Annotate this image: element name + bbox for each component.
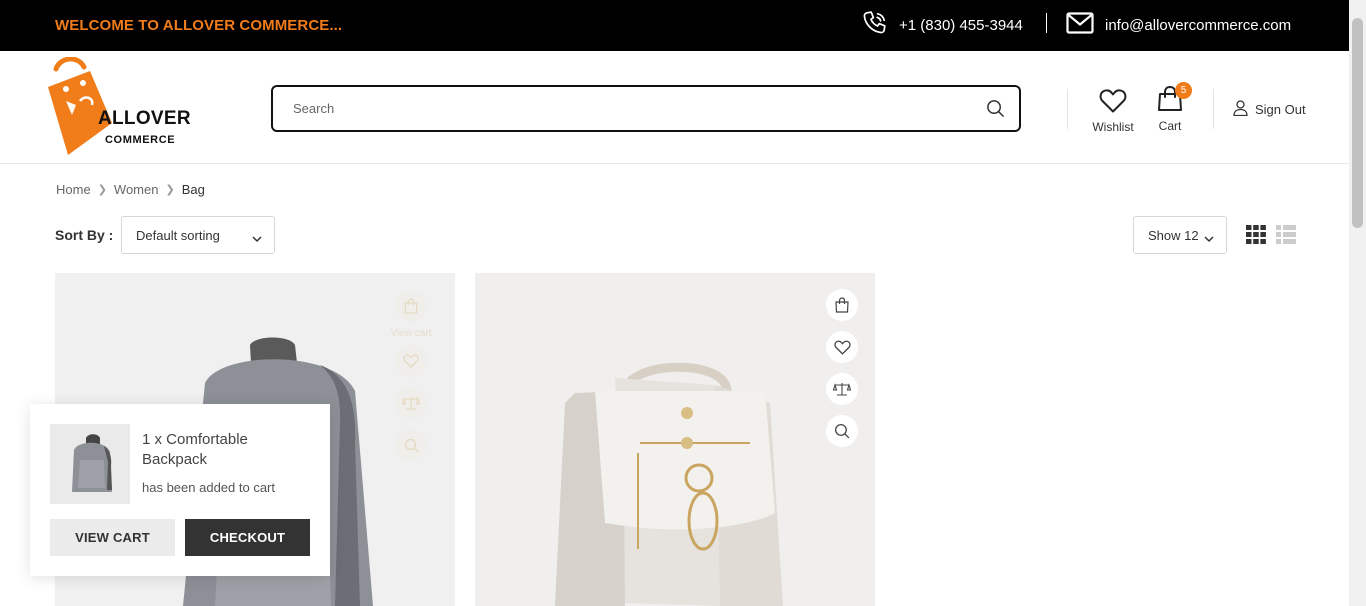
product-thumbnail — [50, 424, 130, 504]
top-bar: WELCOME TO ALLOVER COMMERCE... +1 (830) … — [0, 0, 1349, 51]
breadcrumb-current: Bag — [181, 182, 205, 197]
grid-view-icon[interactable] — [1246, 225, 1266, 249]
sign-out-label: Sign Out — [1255, 102, 1306, 117]
shopping-bag-icon — [1156, 86, 1184, 117]
added-to-cart-popup: 1 x Comfortable Backpack has been added … — [30, 404, 330, 576]
show-count-select[interactable]: Show 12 — [1133, 216, 1227, 254]
add-to-cart-icon[interactable] — [826, 289, 858, 321]
phone-number: +1 (830) 455-3944 — [899, 16, 1023, 34]
compare-icon[interactable] — [826, 373, 858, 405]
product-image-handbag — [555, 362, 783, 606]
divider — [1213, 89, 1214, 129]
breadcrumb: Home ❯ Women ❯ Bag — [56, 182, 205, 197]
cart-label: Cart — [1158, 119, 1182, 133]
sort-value: Default sorting — [136, 228, 220, 243]
phone-icon — [862, 10, 888, 41]
add-to-cart-icon[interactable] — [395, 290, 427, 322]
search-icon[interactable] — [986, 99, 1005, 123]
scrollbar-thumb[interactable] — [1352, 18, 1363, 228]
search-input[interactable] — [293, 87, 973, 130]
view-cart-link[interactable]: View cart — [385, 328, 437, 339]
view-cart-button[interactable]: VIEW CART — [50, 519, 175, 556]
popup-message: has been added to cart — [142, 480, 275, 495]
breadcrumb-home[interactable]: Home — [56, 182, 91, 197]
chevron-down-icon — [252, 231, 262, 246]
show-count-value: Show 12 — [1148, 228, 1199, 243]
chevron-right-icon: ❯ — [165, 184, 175, 196]
page-scrollbar[interactable] — [1349, 0, 1366, 606]
welcome-text: WELCOME TO ALLOVER COMMERCE... — [55, 17, 343, 34]
cart-link[interactable]: 5 Cart — [1154, 82, 1192, 133]
heart-icon[interactable] — [826, 331, 858, 363]
email-contact[interactable]: info@allovercommerce.com — [1066, 11, 1292, 39]
wishlist-label: Wishlist — [1092, 120, 1134, 134]
list-view-icon[interactable] — [1276, 225, 1296, 249]
product-card[interactable] — [475, 273, 875, 606]
sort-label: Sort By : — [55, 227, 114, 243]
user-icon — [1233, 100, 1248, 119]
phone-contact[interactable]: +1 (830) 455-3944 — [862, 10, 1023, 41]
checkout-button[interactable]: CHECKOUT — [185, 519, 310, 556]
product-actions — [826, 289, 858, 457]
logo-text-allover: ALLOVER — [98, 108, 191, 129]
logo-text-commerce: COMMERCE — [105, 134, 176, 146]
sort-select[interactable]: Default sorting — [121, 216, 275, 254]
breadcrumb-women[interactable]: Women — [114, 182, 159, 197]
zoom-icon[interactable] — [395, 429, 427, 461]
cart-count-badge: 5 — [1175, 82, 1192, 99]
site-header: ALLOVER COMMERCE Wishlist 5 Cart — [0, 51, 1349, 164]
compare-icon[interactable] — [395, 387, 427, 419]
email-address: info@allovercommerce.com — [1105, 16, 1292, 34]
chevron-right-icon: ❯ — [97, 184, 107, 196]
search-bar — [271, 85, 1021, 132]
divider — [1046, 13, 1047, 33]
heart-icon — [1099, 89, 1127, 118]
wishlist-link[interactable]: Wishlist — [1090, 88, 1136, 134]
sign-out-link[interactable]: Sign Out — [1233, 100, 1306, 119]
logo[interactable]: ALLOVER COMMERCE — [46, 57, 196, 157]
divider — [1067, 89, 1068, 129]
mail-icon — [1066, 11, 1094, 39]
heart-icon[interactable] — [395, 345, 427, 377]
popup-product-name: 1 x Comfortable Backpack — [142, 431, 248, 468]
product-actions: View cart — [391, 290, 431, 471]
zoom-icon[interactable] — [826, 415, 858, 447]
chevron-down-icon — [1204, 231, 1214, 246]
